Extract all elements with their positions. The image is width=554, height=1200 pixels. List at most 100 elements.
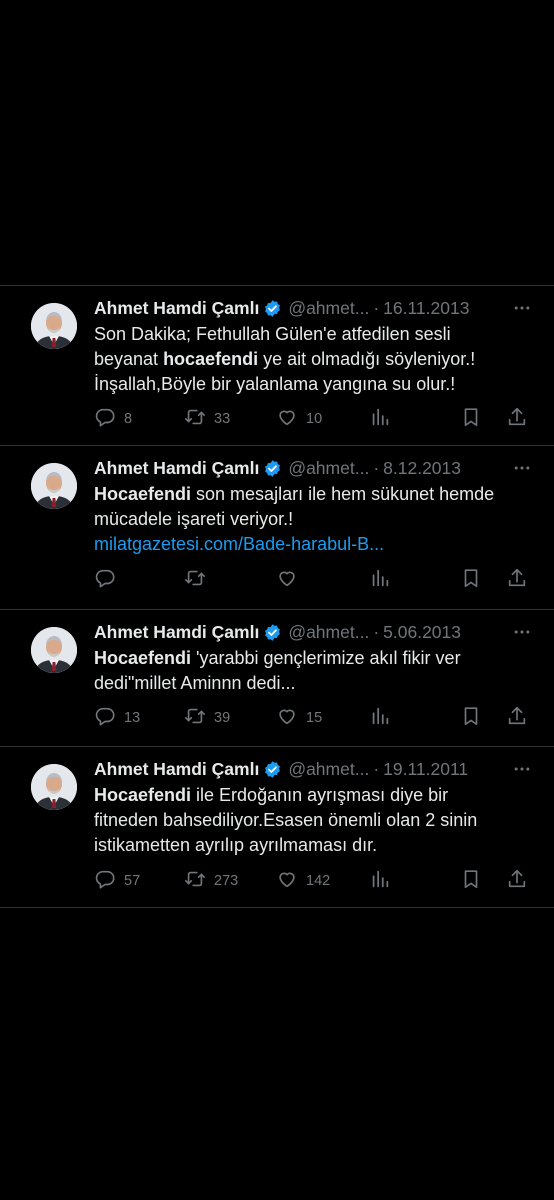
like-icon (276, 705, 298, 731)
views-icon (369, 406, 391, 432)
tweet-date[interactable]: 8.12.2013 (383, 458, 461, 479)
reply-count: 8 (124, 411, 133, 427)
highlighted-keyword: Hocaefendi (94, 785, 192, 805)
like-count: 10 (306, 411, 323, 427)
tweet[interactable]: Ahmet Hamdi Çamlı @ahmet... · 8.12.2013 … (0, 445, 554, 609)
more-icon[interactable] (510, 757, 534, 781)
tweet-text: Son Dakika; Fethullah Gülen'e atfedilen … (94, 322, 534, 397)
like-button[interactable] (276, 567, 306, 593)
verified-badge-icon (263, 760, 282, 779)
retweet-count: 39 (214, 710, 231, 726)
share-button[interactable] (506, 868, 528, 894)
verified-badge-icon (263, 299, 282, 318)
share-icon (506, 705, 528, 731)
views-button[interactable] (369, 406, 391, 432)
like-count: 142 (306, 873, 331, 889)
bookmark-button[interactable] (460, 705, 482, 731)
share-button[interactable] (506, 406, 528, 432)
views-button[interactable] (369, 567, 391, 593)
tweet-text-segment: istikametten ayrılıp ayrılmaması dır. (94, 835, 378, 855)
reply-count: 57 (124, 873, 141, 889)
like-icon (276, 406, 298, 432)
separator-dot: · (373, 621, 380, 642)
tweet-text-segment: ye ait olmadığı söyleniyor.! (258, 349, 476, 369)
avatar[interactable] (31, 627, 77, 673)
author-handle[interactable]: @ahmet... (288, 458, 369, 479)
tweet-header: Ahmet Hamdi Çamlı @ahmet... · 19.11.2011 (94, 757, 534, 781)
more-icon[interactable] (510, 456, 534, 480)
tweet-text-segment: 'yarabbi gençlerimize akıl fikir ver (191, 648, 461, 668)
author-name[interactable]: Ahmet Hamdi Çamlı (94, 458, 259, 479)
bookmark-icon (460, 567, 482, 593)
author-name[interactable]: Ahmet Hamdi Çamlı (94, 622, 259, 643)
tweet[interactable]: Ahmet Hamdi Çamlı @ahmet... · 5.06.2013 … (0, 609, 554, 746)
share-icon (506, 406, 528, 432)
retweet-icon (184, 406, 206, 432)
retweet-button[interactable]: 273 (184, 868, 238, 894)
author-handle[interactable]: @ahmet... (288, 298, 369, 319)
highlighted-keyword: hocaefendi (163, 349, 259, 369)
action-bar: 8 33 10 (94, 407, 534, 431)
author-name[interactable]: Ahmet Hamdi Çamlı (94, 759, 259, 780)
bookmark-button[interactable] (460, 868, 482, 894)
reply-icon (94, 705, 116, 731)
reply-button[interactable] (94, 567, 124, 593)
reply-icon (94, 567, 116, 593)
tweet-text: Hocaefendi son mesajları ile hem sükunet… (94, 482, 534, 557)
views-button[interactable] (369, 705, 391, 731)
author-handle[interactable]: @ahmet... (288, 759, 369, 780)
tweet-date[interactable]: 19.11.2011 (383, 759, 468, 780)
verified-badge-icon (263, 623, 282, 642)
tweet-date[interactable]: 5.06.2013 (383, 622, 461, 643)
tweet[interactable]: Ahmet Hamdi Çamlı @ahmet... · 16.11.2013… (0, 285, 554, 445)
like-button[interactable]: 15 (276, 705, 322, 731)
tweet-text-segment: son mesajları ile hem sükunet hemde (191, 484, 495, 504)
highlighted-keyword: Hocaefendi (94, 484, 192, 504)
tweet-text-segment: İnşallah,Böyle bir yalanlama yangına su … (94, 374, 456, 394)
reply-button[interactable]: 8 (94, 406, 132, 432)
like-icon (276, 868, 298, 894)
share-button[interactable] (506, 567, 528, 593)
avatar[interactable] (31, 463, 77, 509)
verified-badge-icon (263, 459, 282, 478)
bookmark-icon (460, 406, 482, 432)
share-icon (506, 567, 528, 593)
like-icon (276, 567, 298, 593)
tweet-header: Ahmet Hamdi Çamlı @ahmet... · 8.12.2013 (94, 456, 534, 480)
views-icon (369, 868, 391, 894)
retweet-button[interactable]: 39 (184, 705, 230, 731)
views-button[interactable] (369, 868, 391, 894)
separator-dot: · (373, 457, 380, 478)
tweet-link[interactable]: milatgazetesi.com/Bade-harabul-B... (94, 534, 384, 554)
reply-icon (94, 868, 116, 894)
highlighted-keyword: Hocaefendi (94, 648, 192, 668)
like-button[interactable]: 10 (276, 406, 322, 432)
bookmark-button[interactable] (460, 567, 482, 593)
more-icon[interactable] (510, 620, 534, 644)
share-button[interactable] (506, 705, 528, 731)
retweet-button[interactable] (184, 567, 214, 593)
tweet-text-segment: beyanat (94, 349, 164, 369)
bookmark-icon (460, 868, 482, 894)
author-handle[interactable]: @ahmet... (288, 622, 369, 643)
tweet-text: Hocaefendi 'yarabbi gençlerimize akıl fi… (94, 646, 534, 696)
views-icon (369, 567, 391, 593)
more-icon[interactable] (510, 296, 534, 320)
avatar[interactable] (31, 764, 77, 810)
reply-button[interactable]: 57 (94, 868, 140, 894)
tweet-header: Ahmet Hamdi Çamlı @ahmet... · 5.06.2013 (94, 620, 534, 644)
reply-button[interactable]: 13 (94, 705, 140, 731)
separator-dot: · (373, 297, 380, 318)
separator-dot: · (373, 758, 380, 779)
avatar[interactable] (31, 303, 77, 349)
retweet-button[interactable]: 33 (184, 406, 230, 432)
retweet-icon (184, 567, 206, 593)
like-button[interactable]: 142 (276, 868, 330, 894)
tweet-date[interactable]: 16.11.2013 (383, 298, 469, 319)
action-bar: 57 273 142 (94, 869, 534, 893)
author-name[interactable]: Ahmet Hamdi Çamlı (94, 298, 259, 319)
tweet[interactable]: Ahmet Hamdi Çamlı @ahmet... · 19.11.2011… (0, 746, 554, 908)
reply-count: 13 (124, 710, 141, 726)
bookmark-button[interactable] (460, 406, 482, 432)
retweet-icon (184, 705, 206, 731)
